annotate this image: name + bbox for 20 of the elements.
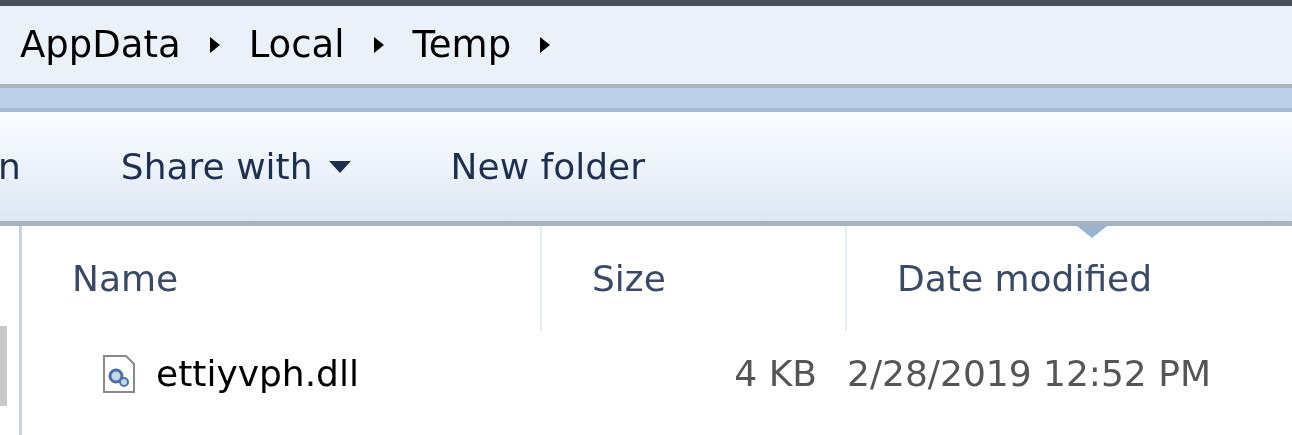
file-size: 4 KB <box>733 351 818 396</box>
toolbar-button[interactable]: n <box>0 139 21 194</box>
scrollbar-thumb[interactable] <box>0 326 7 406</box>
chevron-icon[interactable] <box>372 36 385 54</box>
breadcrumb-item[interactable]: Local <box>248 17 345 73</box>
file-row[interactable]: ettiyvph.dll 4 KB 2/28/2019 12:52 PM <box>22 331 1292 416</box>
file-name: ettiyvph.dll <box>156 351 359 396</box>
column-header[interactable]: Size <box>542 226 847 331</box>
toolbar-button[interactable]: Share with <box>120 139 351 194</box>
dropdown-arrow-icon <box>328 160 351 173</box>
breadcrumb-item[interactable]: AppData <box>20 17 181 73</box>
chevron-icon[interactable] <box>208 36 221 54</box>
chevron-icon[interactable] <box>539 36 552 54</box>
column-header[interactable]: Name <box>22 226 542 331</box>
file-date: 2/28/2019 12:52 PM <box>847 351 1211 396</box>
breadcrumb-item[interactable]: Temp <box>412 17 512 73</box>
column-header[interactable]: Date modified <box>847 226 1289 331</box>
file-gear-icon <box>102 353 136 394</box>
sort-arrow-icon <box>1077 226 1107 238</box>
toolbar-button[interactable]: New folder <box>450 139 645 194</box>
